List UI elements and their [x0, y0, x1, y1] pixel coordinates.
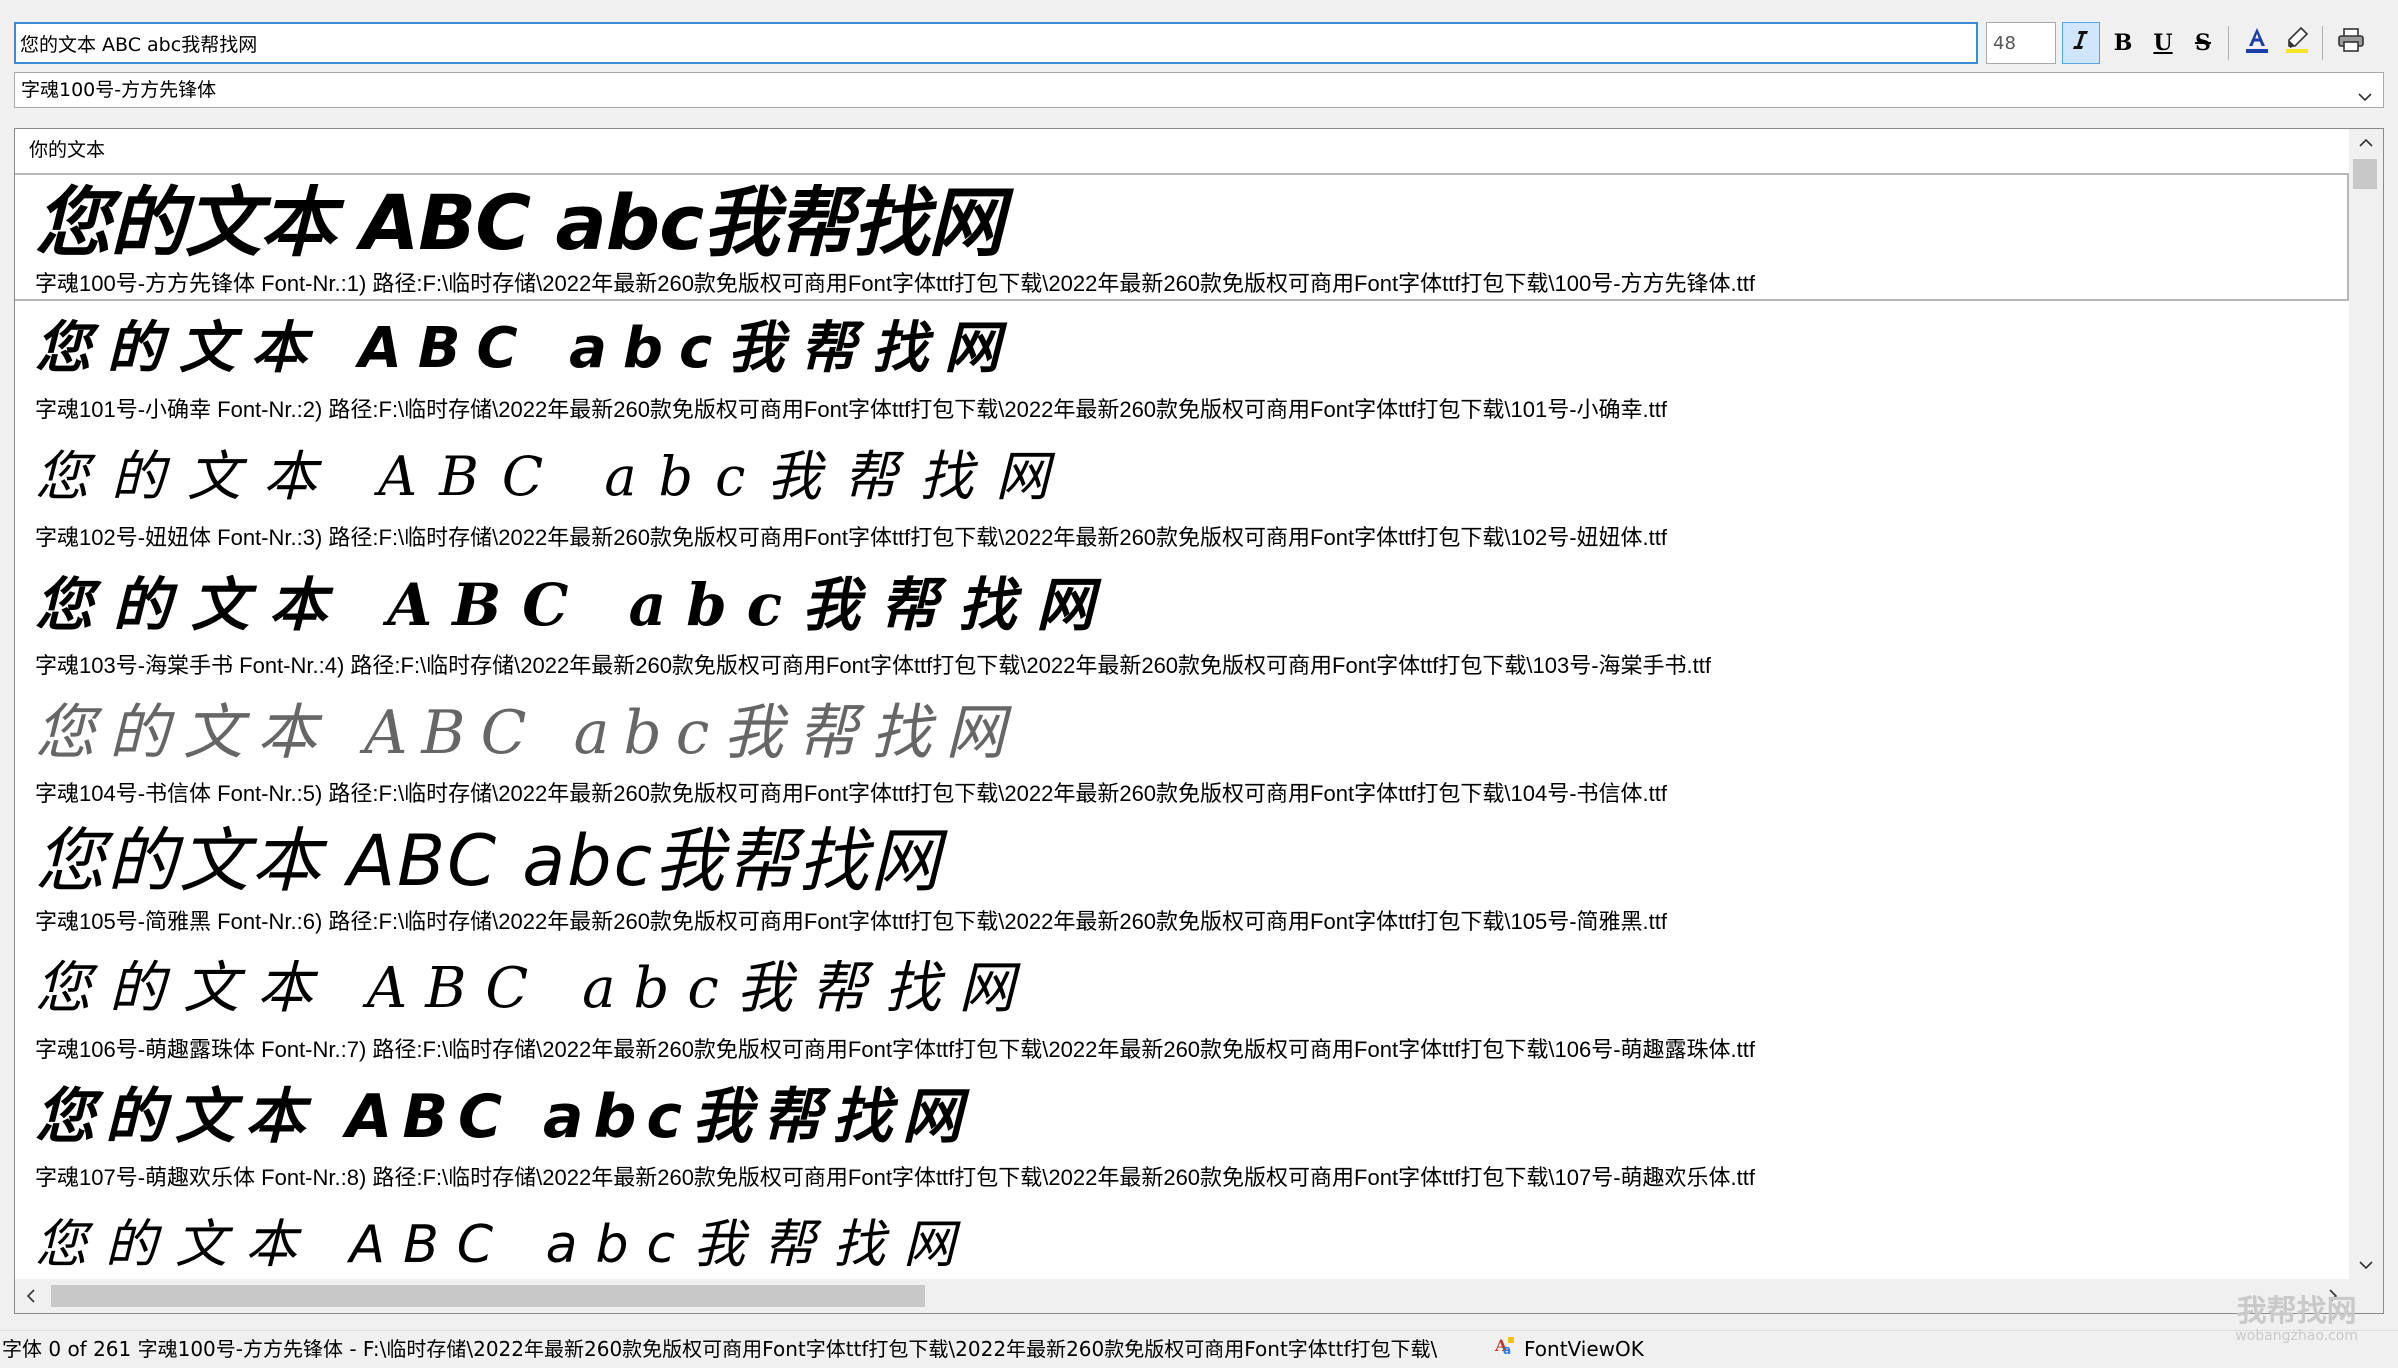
toolbar-separator: [2322, 26, 2323, 60]
font-color-icon: [2244, 26, 2270, 60]
font-sample-text: 您的文本 ABC abc我帮找网: [35, 445, 1072, 508]
printer-icon: [2337, 27, 2365, 59]
font-sample-text: 您的文本 ABC abc我帮找网: [35, 820, 943, 902]
font-row[interactable]: 您的文本 ABC abc我帮找网 字魂100号-方方先锋体 Font-Nr.:1…: [15, 173, 2349, 301]
font-row[interactable]: 您的文本 ABC abc我帮找网 字魂105号-简雅黑 Font-Nr.:6) …: [15, 813, 2349, 941]
font-sample-text: 您的文本 ABC abc我帮找网: [35, 698, 1020, 768]
bold-icon: B: [2113, 30, 2133, 56]
underline-icon: U: [2153, 30, 2173, 56]
chevron-up-icon[interactable]: [2358, 135, 2374, 151]
font-info-text: 字魂100号-方方先锋体 Font-Nr.:1) 路径:F:\临时存储\2022…: [35, 271, 1756, 296]
font-row[interactable]: 您的文本 ABC abc我帮找网 字魂101号-小确幸 Font-Nr.:2) …: [15, 301, 2349, 429]
underline-button[interactable]: U: [2144, 22, 2182, 64]
font-row[interactable]: 您的文本 ABC abc我帮找网 字魂106号-萌趣露珠体 Font-Nr.:7…: [15, 941, 2349, 1069]
font-sample-text: 您的文本 ABC abc我帮找网: [35, 956, 1033, 1021]
font-info-text: 字魂106号-萌趣露珠体 Font-Nr.:7) 路径:F:\临时存储\2022…: [35, 1037, 1756, 1062]
font-sample-text: 您的文本 ABC abc我帮找网: [35, 316, 1017, 381]
chevron-left-icon[interactable]: [23, 1288, 39, 1304]
font-info-text: 字魂104号-书信体 Font-Nr.:5) 路径:F:\临时存储\2022年最…: [35, 781, 1667, 806]
text-input[interactable]: [14, 22, 1978, 64]
font-row[interactable]: 您的文本 ABC abc我帮找网 字魂104号-书信体 Font-Nr.:5) …: [15, 685, 2349, 813]
toolbar-separator: [2228, 26, 2229, 60]
status-app-name: FontViewOK: [1524, 1337, 1644, 1361]
preview-header-label: 你的文本: [29, 139, 106, 161]
font-row[interactable]: 您的文本 ABC abc我帮找网 字魂107号-萌趣欢乐体 Font-Nr.:8…: [15, 1069, 2349, 1197]
horizontal-scroll-thumb[interactable]: [51, 1285, 925, 1307]
font-sample-text: 您的文本 ABC abc我帮找网: [35, 571, 1115, 639]
watermark: 我帮找网 wobangzhao.com: [2235, 1294, 2358, 1345]
highlight-button[interactable]: [2278, 22, 2316, 64]
status-bar: 字体 0 of 261 字魂100号-方方先锋体 - F:\临时存储\2022年…: [0, 1330, 2398, 1368]
font-select-value: 字魂100号-方方先锋体: [21, 79, 217, 101]
watermark-url: wobangzhao.com: [2235, 1328, 2358, 1344]
italic-icon: [2069, 28, 2093, 58]
italic-button[interactable]: [2062, 22, 2100, 64]
strikethrough-icon: S: [2195, 30, 2211, 56]
font-list: 您的文本 ABC abc我帮找网 字魂100号-方方先锋体 Font-Nr.:1…: [15, 173, 2349, 1313]
status-text: 字体 0 of 261 字魂100号-方方先锋体 - F:\临时存储\2022年…: [2, 1337, 1438, 1361]
font-info-text: 字魂103号-海棠手书 Font-Nr.:4) 路径:F:\临时存储\2022年…: [35, 653, 1711, 678]
font-sample-text: 您的文本 ABC abc我帮找网: [35, 1082, 972, 1152]
watermark-title: 我帮找网: [2236, 1294, 2357, 1329]
status-app: Aa FontViewOK: [1494, 1331, 1644, 1367]
font-select[interactable]: 字魂100号-方方先锋体: [14, 72, 2384, 108]
font-size-input[interactable]: [1986, 22, 2056, 64]
font-info-text: 字魂102号-妞妞体 Font-Nr.:3) 路径:F:\临时存储\2022年最…: [35, 525, 1667, 550]
highlighter-icon: [2284, 26, 2310, 60]
font-info-text: 字魂105号-简雅黑 Font-Nr.:6) 路径:F:\临时存储\2022年最…: [35, 909, 1667, 934]
font-row[interactable]: 您的文本 ABC abc我帮找网 字魂103号-海棠手书 Font-Nr.:4)…: [15, 557, 2349, 685]
chevron-down-icon: [2357, 82, 2373, 102]
strikethrough-button[interactable]: S: [2184, 22, 2222, 64]
font-row[interactable]: 您的文本 ABC abc我帮找网 字魂102号-妞妞体 Font-Nr.:3) …: [15, 429, 2349, 557]
font-sample-text: 您的文本 ABC abc我帮找网: [35, 178, 1004, 267]
horizontal-scrollbar[interactable]: [15, 1279, 2349, 1313]
vertical-scroll-thumb[interactable]: [2353, 159, 2377, 189]
chevron-down-icon[interactable]: [2358, 1257, 2374, 1273]
print-button[interactable]: [2332, 22, 2370, 64]
font-preview-list[interactable]: 你的文本 您的文本 ABC abc我帮找网 字魂100号-方方先锋体 Font-…: [14, 128, 2384, 1314]
font-info-text: 字魂107号-萌趣欢乐体 Font-Nr.:8) 路径:F:\临时存储\2022…: [35, 1165, 1756, 1190]
bold-button[interactable]: B: [2104, 22, 2142, 64]
font-info-text: 字魂101号-小确幸 Font-Nr.:2) 路径:F:\临时存储\2022年最…: [35, 397, 1667, 422]
vertical-scrollbar[interactable]: [2349, 129, 2383, 1279]
fontviewok-logo-icon: Aa: [1494, 1331, 1516, 1367]
svg-text:a: a: [1503, 1343, 1511, 1356]
font-color-button[interactable]: [2238, 22, 2276, 64]
